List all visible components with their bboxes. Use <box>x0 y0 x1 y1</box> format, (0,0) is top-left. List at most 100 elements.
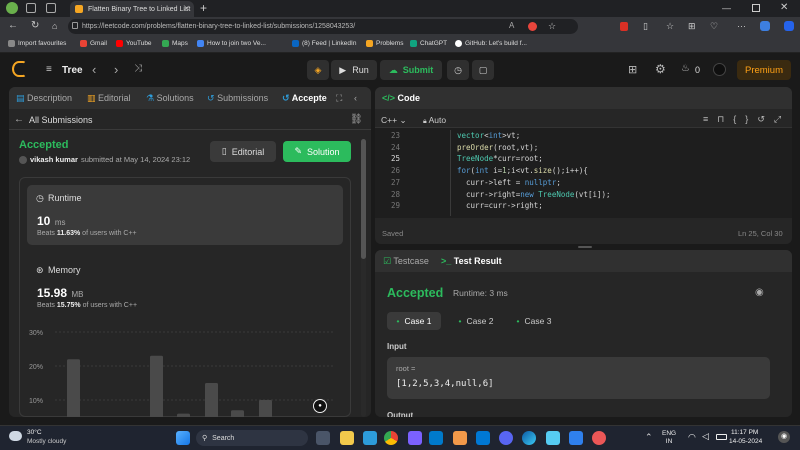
code-line[interactable]: TreeNode*curr=root; <box>457 154 543 163</box>
next-problem-icon[interactable]: › <box>114 62 118 77</box>
copilot-icon[interactable] <box>760 21 770 31</box>
code-line[interactable]: curr->left = nullptr; <box>457 178 561 187</box>
debug-button[interactable]: ◈ <box>307 60 329 80</box>
eye-icon[interactable]: ◉ <box>755 287 764 298</box>
scrollbar-track[interactable] <box>361 139 366 417</box>
split-screen-icon[interactable]: ▯ <box>643 20 648 32</box>
battery-icon[interactable] <box>716 434 727 440</box>
home-icon[interactable]: ⌂ <box>52 20 57 32</box>
store-icon[interactable] <box>363 431 377 445</box>
code-line[interactable]: preOrder(root,vt); <box>457 143 538 152</box>
address-bar[interactable]: https://leetcode.com/problems/flatten-bi… <box>68 19 578 34</box>
solution-button[interactable]: ✎ Solution <box>283 141 351 162</box>
code-line[interactable]: curr=curr->right; <box>457 201 543 210</box>
weather-icon[interactable] <box>9 431 22 441</box>
bookmark-github[interactable]: GitHub: Let's build f... <box>455 40 527 47</box>
settings-more-icon[interactable]: ··· <box>737 20 746 32</box>
runtime-card[interactable]: ◷ Runtime 10 ms Beats 11.63% of users wi… <box>27 185 343 245</box>
case-1-tab[interactable]: • Case 1 <box>387 312 441 330</box>
back-icon[interactable]: ← <box>8 20 18 32</box>
tab-editorial[interactable]: ▥ Editorial <box>87 93 131 104</box>
user-avatar[interactable] <box>713 63 726 76</box>
share-link-icon[interactable]: ⛓ <box>350 114 363 125</box>
tab-accepted[interactable]: ↺ Accepte <box>282 93 327 104</box>
favorite-star-icon[interactable]: ☆ <box>548 20 556 32</box>
layout-grid-icon[interactable]: ⊞ <box>628 63 637 76</box>
chrome-icon[interactable] <box>384 431 398 445</box>
bookmark-gmail[interactable]: Gmail <box>80 40 107 47</box>
new-tab-button[interactable]: + <box>200 1 207 15</box>
tab-testcase[interactable]: ☑ Testcase <box>383 256 429 267</box>
maximize-icon[interactable] <box>752 4 760 12</box>
volume-icon[interactable]: ◁ <box>702 431 709 442</box>
notifications-icon[interactable]: ◉ <box>778 431 790 443</box>
prev-problem-icon[interactable]: ‹ <box>92 62 96 77</box>
bookmark-icon[interactable]: ⊓ <box>717 114 733 124</box>
minimize-icon[interactable]: — <box>722 3 731 13</box>
bookmark-import-favourites[interactable]: Import favourites <box>8 40 66 47</box>
explorer-icon[interactable] <box>340 431 354 445</box>
clock-date[interactable]: 14-05-2024 <box>729 438 762 445</box>
media-player-icon[interactable] <box>592 431 606 445</box>
discord-icon[interactable] <box>499 431 513 445</box>
tab-submissions[interactable]: ↺ Submissions <box>207 93 268 104</box>
braces-icon[interactable]: {} <box>733 114 757 124</box>
clock-time[interactable]: 11:17 PM <box>731 429 758 436</box>
tab-solutions[interactable]: ⚗ Solutions <box>146 93 194 104</box>
favorites-icon[interactable]: ☆ <box>666 20 674 32</box>
memory-card[interactable]: ⊛ Memory 15.98 MB Beats 15.75% of users … <box>27 259 343 315</box>
bookmark-youtube[interactable]: YouTube <box>116 40 152 47</box>
fullscreen-icon[interactable]: ⤢ <box>774 114 790 124</box>
vscode-icon[interactable] <box>429 431 443 445</box>
taskbar-search[interactable]: ⚲ Search <box>196 430 308 446</box>
leetcode-logo-icon[interactable] <box>12 61 26 77</box>
panel-resize-handle[interactable] <box>578 246 592 248</box>
distribution-bar[interactable] <box>67 359 80 417</box>
back-arrow-icon[interactable]: ← <box>14 114 24 125</box>
photos-icon[interactable] <box>546 431 560 445</box>
bookmark-maps[interactable]: Maps <box>162 40 188 47</box>
refresh-icon[interactable]: ↻ <box>31 20 39 32</box>
submit-button[interactable]: ☁ Submit <box>380 60 442 80</box>
tab-actions-icon[interactable] <box>26 3 36 13</box>
workspaces-icon[interactable] <box>46 3 56 13</box>
bookmark-how-to-join[interactable]: How to join two Ve... <box>197 40 266 47</box>
language-indicator[interactable]: ENG IN <box>662 430 676 446</box>
extension-red-icon[interactable] <box>620 22 628 31</box>
task-view-icon[interactable] <box>316 431 330 445</box>
mail-icon[interactable] <box>476 431 490 445</box>
submitter-name[interactable]: vikash kumar <box>30 155 78 164</box>
distribution-bar[interactable] <box>205 383 218 417</box>
teams-icon[interactable] <box>453 431 467 445</box>
code-line[interactable]: for(int i=1;i<vt.size();i++){ <box>457 166 588 175</box>
edge-icon[interactable] <box>522 431 536 445</box>
extension-icon[interactable] <box>528 22 537 31</box>
start-button[interactable] <box>176 431 190 445</box>
tray-chevron-icon[interactable]: ⌃ <box>645 432 653 443</box>
read-aloud-icon[interactable]: A <box>509 20 514 32</box>
bookmark-chatgpt[interactable]: ChatGPT <box>410 40 447 47</box>
auto-mode[interactable]: 🔒︎ Auto <box>423 115 446 126</box>
tab-test-result[interactable]: >_ Test Result <box>441 256 502 266</box>
browser-tab-active[interactable]: Flatten Binary Tree to Linked List ✕ <box>70 1 194 17</box>
case-2-tab[interactable]: • Case 2 <box>449 312 503 330</box>
editorial-button[interactable]: ▯ Editorial <box>210 141 276 162</box>
collections-icon[interactable]: ⊞ <box>688 20 696 32</box>
distribution-bar[interactable] <box>231 410 244 417</box>
all-submissions-link[interactable]: All Submissions <box>29 115 93 125</box>
distribution-bar[interactable] <box>150 355 163 417</box>
collapse-panel-icon[interactable]: ‹ <box>354 93 357 103</box>
scroll-to-bottom-icon[interactable]: ● <box>313 399 327 413</box>
settings-gear-icon[interactable]: ⚙ <box>655 62 666 76</box>
close-tab-icon[interactable]: ✕ <box>183 4 190 13</box>
close-window-icon[interactable]: ✕ <box>780 2 788 13</box>
code-line[interactable]: vector<int>vt; <box>457 131 520 140</box>
distribution-bar[interactable] <box>259 400 272 417</box>
profile-avatar[interactable] <box>6 2 18 14</box>
premium-button[interactable]: Premium <box>737 60 791 80</box>
wifi-icon[interactable]: ◠ <box>688 432 696 443</box>
scrollbar-thumb[interactable] <box>361 139 366 259</box>
tab-description[interactable]: ▤ Description <box>16 93 72 104</box>
reset-icon[interactable]: ↺ <box>757 114 774 124</box>
copilot-sidebar-icon[interactable] <box>784 21 794 31</box>
